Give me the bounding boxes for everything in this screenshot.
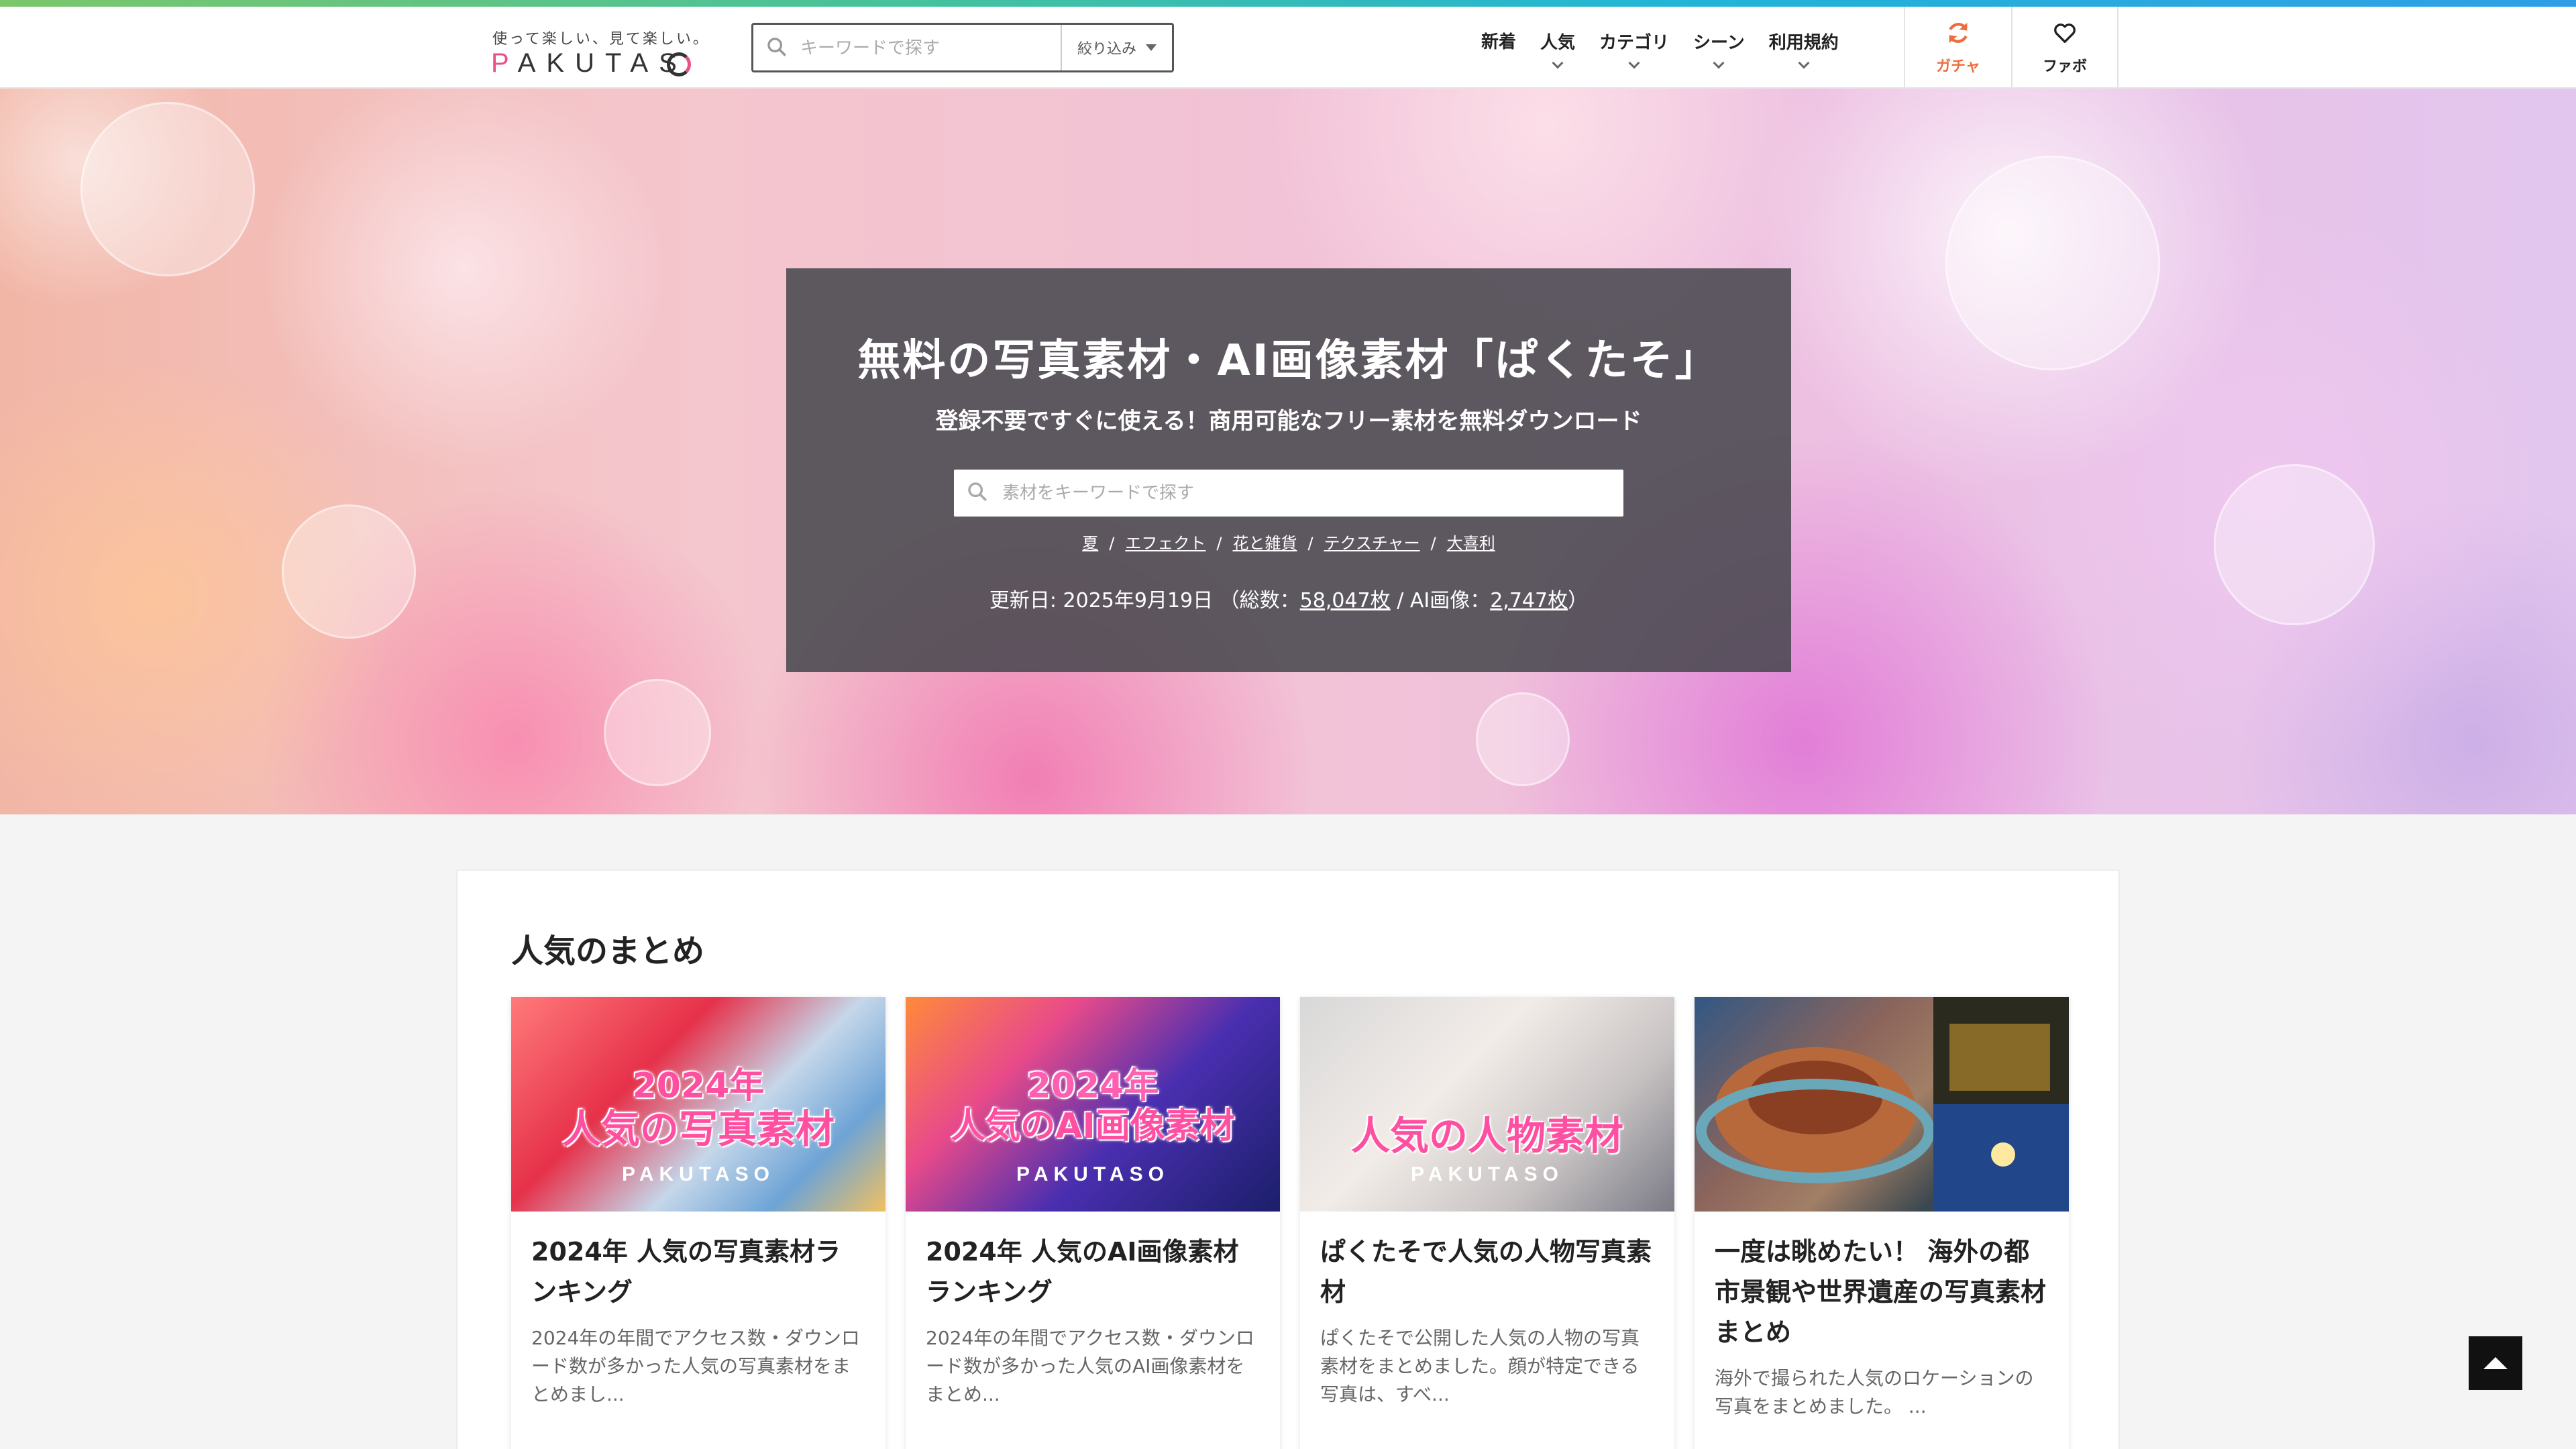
bokeh-decoration <box>1945 156 2160 370</box>
dropdown-arrow-icon <box>1146 44 1157 51</box>
card-thumbnail[interactable]: 人気の人物素材 PAKUTASO <box>1300 997 1674 1212</box>
thumb-logo: PAKUTASO <box>1411 1163 1564 1185</box>
nav-terms[interactable]: 利用規約 <box>1757 7 1851 89</box>
nav-category[interactable]: カテゴリ <box>1587 7 1681 89</box>
logo-tagline: 使って楽しい、見て楽しい。 <box>492 31 710 48</box>
nav-new-label: 新着 <box>1481 32 1517 52</box>
collection-card[interactable]: 人気の人物素材 PAKUTASO ぱくたそで人気の人物写真素材 ぱくたそで公開し… <box>1300 997 1674 1449</box>
thumb-logo: PAKUTASO <box>1016 1163 1169 1185</box>
back-to-top-button[interactable] <box>2469 1336 2522 1390</box>
nav-popular[interactable]: 人気 <box>1528 7 1587 89</box>
refresh-icon <box>1945 19 1972 50</box>
update-info: 更新日: 2025年9月19日 （総数：58,047枚 / AI画像：2,747… <box>786 584 1791 613</box>
bokeh-decoration <box>80 102 255 276</box>
tag-separator: / <box>1216 534 1222 553</box>
fav-label: ファボ <box>2042 58 2087 75</box>
card-description: 2024年の年間でアクセス数・ダウンロード数が多かった人気のAI画像素材をまとめ… <box>926 1327 1254 1405</box>
card-title[interactable]: 2024年 人気の写真素材ランキング <box>511 1212 885 1312</box>
tag-link[interactable]: 大喜利 <box>1447 534 1495 553</box>
chevron-down-icon <box>1798 57 1810 68</box>
nav-scene-label: シーン <box>1693 32 1745 53</box>
thumb-main-text: 人気の人物素材 <box>1350 1113 1623 1159</box>
gacha-button[interactable]: ガチャ <box>1904 7 2011 89</box>
collection-card[interactable]: 2024年 人気のAI画像素材 PAKUTASO 2024年 人気のAI画像素材… <box>906 997 1280 1449</box>
search-icon[interactable] <box>765 36 788 61</box>
collection-card-list: 2024年 人気の写真素材 PAKUTASO 2024年 人気の写真素材ランキン… <box>511 997 2069 1449</box>
card-description: 2024年の年間でアクセス数・ダウンロード数が多かった人気の写真素材をまとめまし… <box>531 1327 860 1405</box>
tag-link[interactable]: 夏 <box>1082 534 1098 553</box>
thumb-main-text: 人気のAI画像素材 <box>951 1106 1235 1146</box>
bokeh-decoration <box>604 679 711 786</box>
section-title: 人気のまとめ <box>511 932 705 970</box>
card-thumbnail[interactable]: 2024年 人気の写真素材 PAKUTASO <box>511 997 885 1212</box>
card-description: 海外で撮られた人気のロケーションの写真をまとめました。 ... <box>1715 1367 2034 1417</box>
hero-search-box <box>954 470 1623 517</box>
nav-terms-label: 利用規約 <box>1768 32 1839 53</box>
popular-collections-section: 人気のまとめ 2024年 人気の写真素材 PAKUTASO 2024年 人気の写… <box>456 869 2120 1449</box>
tag-link[interactable]: 花と雑貨 <box>1232 534 1297 553</box>
hero-panel: 無料の写真素材・AI画像素材「ぱくたそ」 登録不要ですぐに使える！商用可能なフリ… <box>786 268 1791 672</box>
chevron-down-icon <box>1713 57 1725 68</box>
nav-new[interactable]: 新着 <box>1469 7 1528 89</box>
filter-dropdown[interactable]: 絞り込み <box>1061 25 1172 70</box>
tag-link[interactable]: テクスチャー <box>1324 534 1420 553</box>
tag-link[interactable]: エフェクト <box>1125 534 1205 553</box>
logo-ring-icon <box>667 52 691 76</box>
card-title[interactable]: ぱくたそで人気の人物写真素材 <box>1300 1212 1674 1312</box>
hero-search-input[interactable] <box>1002 476 1606 510</box>
ai-prefix: / AI画像： <box>1390 589 1491 612</box>
card-thumbnail[interactable]: 2024年 人気のAI画像素材 PAKUTASO <box>906 997 1280 1212</box>
bokeh-decoration <box>2214 464 2375 625</box>
updated-suffix: ） <box>1568 589 1589 612</box>
site-header: 使って楽しい、見て楽しい。 PAKUTAS 絞り込み 新着 人気 カテゴリ シー… <box>0 7 2576 89</box>
hero-title: 無料の写真素材・AI画像素材「ぱくたそ」 <box>857 336 1720 386</box>
card-thumbnail[interactable] <box>1695 997 2069 1212</box>
header-search-box: 絞り込み <box>751 23 1174 72</box>
hero-banner: 無料の写真素材・AI画像素材「ぱくたそ」 登録不要ですぐに使える！商用可能なフリ… <box>0 89 2576 814</box>
chevron-down-icon <box>1552 57 1564 68</box>
thumb-main-text: 人気の写真素材 <box>561 1106 835 1152</box>
tag-separator: / <box>1109 534 1115 553</box>
updated-prefix: 更新日: 2025年9月19日 （総数： <box>989 589 1300 612</box>
collection-card[interactable]: 一度は眺めたい！ 海外の都市景観や世界遺産の写真素材まとめ 海外で撮られた人気の… <box>1695 997 2069 1449</box>
bokeh-decoration <box>1476 692 1570 786</box>
site-logo[interactable]: 使って楽しい、見て楽しい。 PAKUTAS <box>490 21 708 82</box>
gacha-label: ガチャ <box>1936 58 1980 75</box>
fav-button[interactable]: ファボ <box>2011 7 2118 89</box>
card-title[interactable]: 一度は眺めたい！ 海外の都市景観や世界遺産の写真素材まとめ <box>1695 1212 2069 1352</box>
landscape-collage-image <box>1695 997 2069 1212</box>
nav-scene[interactable]: シーン <box>1681 7 1757 89</box>
collection-card[interactable]: 2024年 人気の写真素材 PAKUTASO 2024年 人気の写真素材ランキン… <box>511 997 885 1449</box>
heart-icon <box>2051 19 2078 50</box>
arrow-up-icon <box>2483 1357 2508 1369</box>
total-count-link[interactable]: 58,047枚 <box>1300 589 1391 612</box>
nav-category-label: カテゴリ <box>1599 32 1670 53</box>
main-nav: 新着 人気 カテゴリ シーン 利用規約 <box>1469 7 1851 89</box>
filter-label: 絞り込み <box>1077 41 1136 58</box>
logo-wordmark: PAKUTAS <box>491 48 688 78</box>
ai-count-link[interactable]: 2,747枚 <box>1490 589 1568 612</box>
hero-subtitle: 登録不要ですぐに使える！商用可能なフリー素材を無料ダウンロード <box>935 408 1642 435</box>
thumb-logo: PAKUTASO <box>622 1163 775 1185</box>
tag-separator: / <box>1307 534 1313 553</box>
tag-separator: / <box>1430 534 1436 553</box>
popular-tags: 夏 / エフェクト / 花と雑貨 / テクスチャー / 大喜利 <box>786 530 1791 553</box>
card-description: ぱくたそで公開した人気の人物の写真素材をまとめました。顔が特定できる写真は、すべ… <box>1320 1327 1640 1405</box>
search-icon[interactable] <box>966 480 989 506</box>
top-accent-bar <box>0 0 2576 7</box>
card-title[interactable]: 2024年 人気のAI画像素材ランキング <box>906 1212 1280 1312</box>
bokeh-decoration <box>282 504 416 639</box>
chevron-down-icon <box>1628 57 1640 68</box>
nav-popular-label: 人気 <box>1540 32 1576 53</box>
